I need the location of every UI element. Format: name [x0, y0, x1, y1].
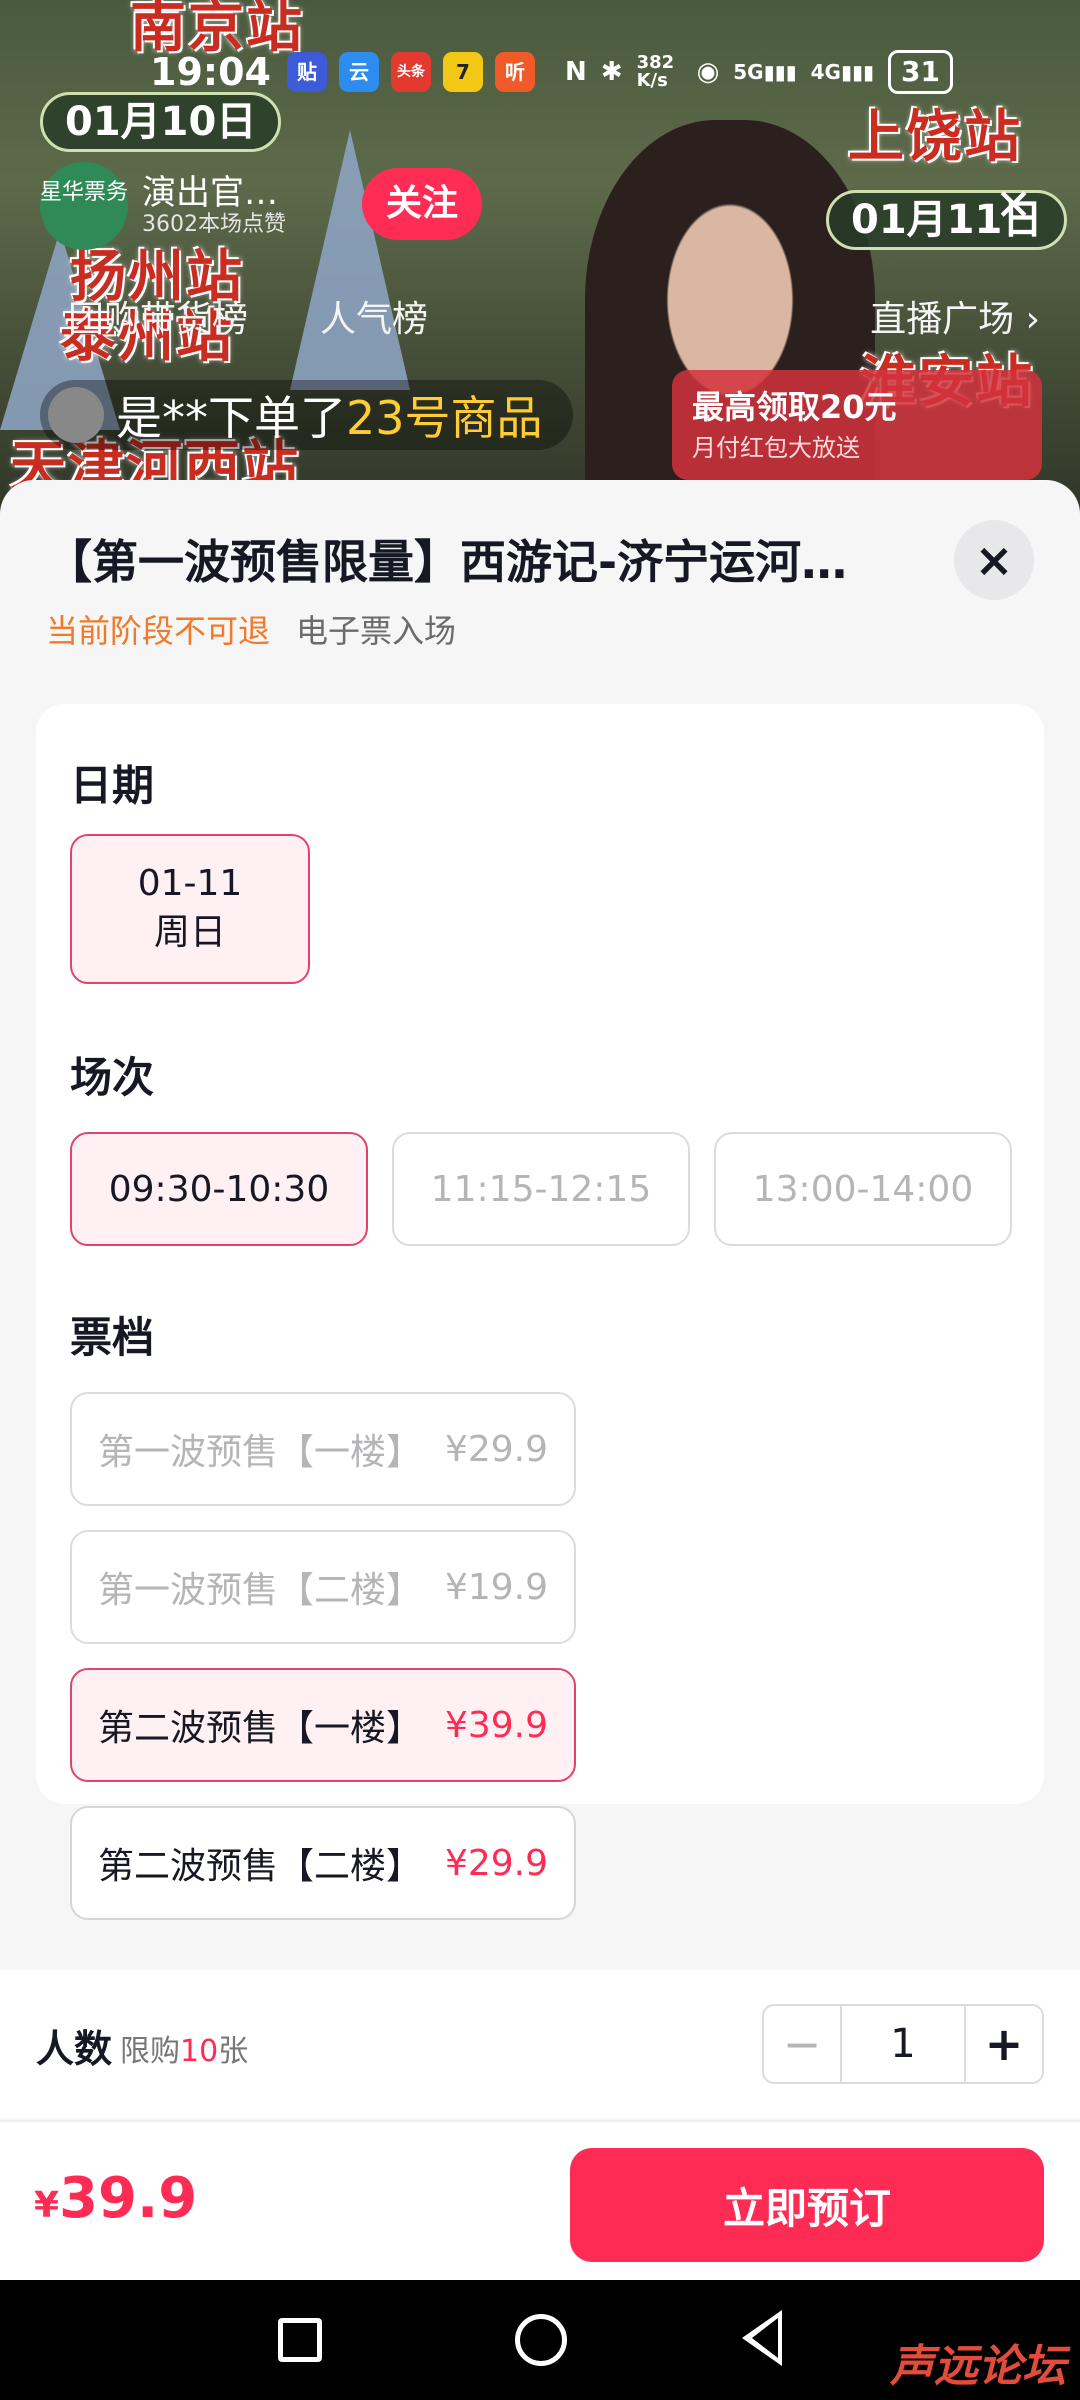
network-speed: 382 K/s: [636, 52, 675, 91]
live-stream-background: 南京站 扬州站 泰州站 天津河西站 上饶站 淮安站 19:04 贴 云 头条 7…: [0, 0, 1080, 520]
buyer-avatar: [48, 387, 104, 443]
quantity-row: 人数 限购10张 − 1 +: [0, 1970, 1080, 2118]
plus-icon[interactable]: +: [964, 2006, 1042, 2082]
host-avatar[interactable]: 星华票务: [40, 162, 128, 250]
tab-popular-rank[interactable]: 人气榜: [320, 290, 428, 342]
session-option[interactable]: 11:15-12:15: [392, 1132, 690, 1246]
red-packet-promo[interactable]: 最高领取20元 月付红包大放送: [672, 370, 1042, 480]
net-4g-label: 4G: [810, 60, 841, 84]
redpack-subtitle: 月付红包大放送: [692, 434, 860, 462]
hotspot-icon: ◉: [696, 57, 720, 87]
recents-icon[interactable]: [278, 2318, 322, 2362]
tier-price: ¥29.9: [444, 1428, 548, 1470]
banner-text: 上饶站: [848, 105, 1022, 170]
follow-button[interactable]: 关注: [362, 168, 482, 240]
battery-indicator: 31: [888, 50, 953, 94]
ticket-tags: 当前阶段不可退 电子票入场: [46, 606, 456, 652]
product-title: 【第一波预售限量】西游记-济宁运河…: [46, 535, 848, 589]
limit-number: 10: [180, 2034, 219, 2069]
tier-name: 第一波预售【一楼】: [98, 1432, 423, 1473]
system-nav-bar: 声远论坛: [0, 2280, 1080, 2400]
bluetooth-icon: ✱: [600, 57, 623, 87]
quantity-label: 人数: [36, 2027, 113, 2071]
live-rank-tabs: 团购带货榜 人气榜: [68, 290, 428, 342]
tier-price: ¥29.9: [444, 1842, 548, 1884]
clock: 19:04: [150, 50, 271, 94]
total-amount: 39.9: [59, 2166, 198, 2231]
total-price: ¥39.9: [34, 2166, 197, 2231]
limit-prefix: 限购: [120, 2034, 180, 2069]
tab-group-buy-rank[interactable]: 团购带货榜: [68, 290, 248, 342]
app-icon-7: 7: [442, 52, 483, 92]
limit-suffix: 张: [218, 2034, 249, 2069]
toutiao-icon: 头条: [390, 52, 431, 92]
signal-5g-icon: 5G▮▮▮: [733, 60, 797, 84]
back-icon[interactable]: [742, 2310, 782, 2366]
minus-icon[interactable]: −: [764, 2006, 842, 2082]
listen-app-icon: 听: [494, 52, 535, 92]
date-option[interactable]: 01-11 周日: [70, 834, 310, 984]
tier-name: 第二波预售【二楼】: [98, 1846, 423, 1887]
signal-4g-icon: 4G▮▮▮: [810, 60, 874, 84]
tier-name: 第二波预售【一楼】: [98, 1708, 423, 1749]
system-status-icons: N ✱ 382 K/s ◉ 5G▮▮▮ 4G▮▮▮ 31: [565, 50, 953, 94]
ticket-tier-option[interactable]: 第一波预售【二楼】 ¥19.9: [70, 1530, 576, 1644]
redpack-title: 最高领取20元: [692, 388, 897, 426]
ticker-text: 是**下单了: [116, 391, 346, 445]
host-name-block: 演出官… 3602本场点赞: [142, 175, 286, 237]
net-5g-label: 5G: [733, 60, 764, 84]
date-option-date: 01-11: [137, 863, 243, 905]
ticket-purchase-sheet: 【第一波预售限量】西游记-济宁运河… × 当前阶段不可退 电子票入场 日期 01…: [0, 480, 1080, 2280]
quantity-value[interactable]: 1: [842, 2006, 964, 2082]
ticket-tier-option[interactable]: 第一波预售【一楼】 ¥29.9: [70, 1392, 576, 1506]
home-icon[interactable]: [515, 2314, 567, 2366]
close-icon[interactable]: ×: [954, 520, 1034, 600]
watermark: 声远论坛: [890, 2341, 1066, 2392]
host-likes: 3602本场点赞: [142, 211, 286, 237]
date-chip-left: 01月10日: [40, 92, 282, 152]
tier-price: ¥19.9: [444, 1566, 548, 1608]
stream-close-icon[interactable]: ✕: [995, 180, 1032, 231]
quantity-stepper: − 1 +: [762, 2004, 1044, 2084]
session-section-label: 场次: [70, 1053, 155, 1102]
checkout-bar: ¥39.9 立即预订: [0, 2120, 1080, 2280]
tier-price: ¥39.9: [444, 1704, 548, 1746]
tier-section-label: 票档: [70, 1313, 155, 1362]
tier-name: 第一波预售【二楼】: [98, 1570, 423, 1611]
date-section-label: 日期: [70, 761, 155, 810]
book-now-button[interactable]: 立即预订: [570, 2148, 1044, 2262]
order-ticker: 是**下单了 23号商品: [40, 380, 573, 450]
purchase-limit: 限购10张: [120, 2026, 248, 2070]
cloud-icon: 云: [338, 52, 379, 92]
host-info[interactable]: 星华票务 演出官… 3602本场点赞: [40, 162, 286, 250]
session-option[interactable]: 09:30-10:30: [70, 1132, 368, 1246]
live-plaza-link[interactable]: 直播广场 ›: [870, 290, 1040, 342]
date-option-weekday: 周日: [153, 912, 226, 953]
currency-symbol: ¥: [34, 2185, 60, 2226]
e-ticket-tag: 电子票入场: [296, 612, 457, 650]
ticket-tier-option[interactable]: 第二波预售【一楼】 ¥39.9: [70, 1668, 576, 1782]
nfc-icon: N: [565, 57, 587, 87]
options-card: 日期 01-11 周日 场次 09:30-10:30 11:15-12:15 1…: [36, 704, 1044, 1804]
ticket-tier-option[interactable]: 第二波预售【二楼】 ¥29.9: [70, 1806, 576, 1920]
no-refund-tag: 当前阶段不可退: [46, 612, 271, 650]
notification-app-icon: 贴: [286, 52, 327, 92]
host-name: 演出官…: [142, 173, 278, 214]
session-option[interactable]: 13:00-14:00: [714, 1132, 1012, 1246]
ticker-product: 23号商品: [346, 391, 543, 445]
